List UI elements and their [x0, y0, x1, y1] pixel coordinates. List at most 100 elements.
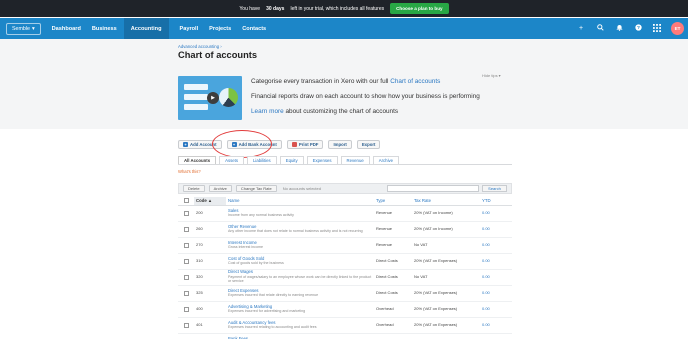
choose-plan-button[interactable]: Choose a plan to buy: [390, 3, 449, 14]
chart-of-accounts-link[interactable]: Chart of accounts: [390, 78, 440, 85]
thumb-row: [184, 104, 208, 110]
account-ytd[interactable]: 0.00: [480, 205, 512, 222]
account-ytd[interactable]: 0.00: [480, 221, 512, 238]
whats-this-link[interactable]: What's this?: [178, 169, 201, 174]
table-row[interactable]: 270 Interest Income Gross interest income R…: [178, 237, 512, 254]
archive-button[interactable]: Archive: [208, 185, 232, 192]
tab-revenue[interactable]: Revenue: [340, 156, 370, 164]
col-ytd[interactable]: YTD: [480, 197, 512, 206]
col-code[interactable]: Code ▲: [194, 197, 226, 206]
account-description: Expenses incurred that relate directly t…: [228, 293, 319, 298]
table-row[interactable]: 320 Direct Wages Payment of wages/salary t…: [178, 269, 512, 286]
delete-button[interactable]: Delete: [183, 185, 205, 192]
row-checkbox[interactable]: [184, 322, 189, 328]
change-tax-rate-button[interactable]: Change Tax Rate: [235, 185, 277, 192]
tab-expenses[interactable]: Expenses: [306, 156, 338, 164]
pie-chart-icon: [219, 88, 238, 107]
search-input[interactable]: [387, 185, 479, 192]
col-type[interactable]: Type: [374, 197, 412, 206]
export-button[interactable]: Export: [356, 140, 381, 149]
thumb-row: [184, 84, 208, 90]
account-tax-rate: No VAT: [412, 333, 480, 339]
hide-tips-toggle[interactable]: Hide tips ▾: [482, 73, 501, 78]
hide-tips-label: Hide tips: [482, 73, 498, 78]
table-row[interactable]: 404Bank FeesFees charged by your bank fo…: [178, 333, 512, 339]
account-tax-rate: 20% (VAT on Expenses): [412, 301, 480, 318]
table-row[interactable]: 260 Other Revenue Any other income that do…: [178, 221, 512, 238]
search-button[interactable]: Search: [482, 185, 507, 192]
plus-icon[interactable]: +: [576, 25, 586, 32]
promo-line-2: Financial reports draw on each account t…: [251, 93, 480, 100]
row-select-cell: [178, 301, 194, 318]
account-code: 260: [194, 221, 226, 238]
promo-line-3: Learn more about customizing the chart o…: [251, 108, 398, 115]
account-type: Direct Costs: [374, 253, 412, 270]
row-checkbox[interactable]: [184, 242, 189, 248]
account-type: Revenue: [374, 221, 412, 238]
account-ytd[interactable]: 0.00: [480, 301, 512, 318]
nav-projects[interactable]: Projects: [209, 18, 231, 39]
account-name-cell: Other Revenue Any other income that does …: [226, 221, 374, 238]
learn-more-link[interactable]: Learn more: [251, 108, 284, 115]
play-icon[interactable]: ▶: [207, 92, 219, 104]
account-ytd[interactable]: 0.00: [480, 285, 512, 302]
apps-grid-icon[interactable]: [652, 23, 662, 34]
org-switcher[interactable]: Semble ▾: [6, 22, 41, 35]
tab-all-accounts[interactable]: All Accounts: [178, 156, 217, 164]
account-ytd[interactable]: 0.00: [480, 333, 512, 339]
row-select-cell: [178, 269, 194, 286]
user-avatar[interactable]: ET: [671, 22, 684, 35]
account-type: Revenue: [374, 237, 412, 254]
highlight-circle-annotation: [212, 130, 272, 158]
tab-assets[interactable]: Assets: [219, 156, 245, 164]
search-icon[interactable]: [595, 24, 605, 33]
account-code: 325: [194, 285, 226, 302]
table-row[interactable]: 310 Cost of Goods Sold Cost of goods sold …: [178, 253, 512, 270]
promo-line-3-text: about customizing the chart of accounts: [285, 108, 399, 115]
account-type: Revenue: [374, 205, 412, 222]
nav-dashboard[interactable]: Dashboard: [52, 18, 81, 39]
select-all-checkbox[interactable]: [184, 198, 189, 204]
account-ytd[interactable]: 0.00: [480, 317, 512, 334]
nav-business[interactable]: Business: [92, 18, 117, 39]
account-ytd[interactable]: 0.00: [480, 237, 512, 254]
tab-equity[interactable]: Equity: [279, 156, 304, 164]
row-checkbox[interactable]: [184, 274, 189, 280]
row-checkbox[interactable]: [184, 210, 189, 216]
row-checkbox[interactable]: [184, 290, 189, 296]
nav-payroll[interactable]: Payroll: [180, 18, 199, 39]
help-icon[interactable]: ?: [633, 24, 643, 33]
print-pdf-label: Print PDF: [298, 142, 319, 147]
row-select-cell: [178, 221, 194, 238]
table-row[interactable]: 200 Sales Income from any normal business …: [178, 205, 512, 222]
account-ytd[interactable]: 0.00: [480, 269, 512, 286]
account-type: Overhead: [374, 301, 412, 318]
svg-text:?: ?: [637, 25, 640, 31]
accounts-toolbar: + Add Account + Add Bank Account Print P…: [178, 140, 381, 149]
breadcrumb[interactable]: Advanced accounting ›: [178, 44, 222, 49]
import-button[interactable]: Import: [328, 140, 352, 149]
print-pdf-button[interactable]: Print PDF: [286, 140, 324, 149]
table-row[interactable]: 400 Advertising & Marketing Expenses incur…: [178, 301, 512, 318]
account-name-cell: Advertising & Marketing Expenses incurred…: [226, 301, 374, 318]
account-code: 400: [194, 301, 226, 318]
row-checkbox[interactable]: [184, 226, 189, 232]
promo-video-thumbnail[interactable]: ▶: [178, 76, 242, 120]
nav-accounting[interactable]: Accounting: [123, 18, 169, 39]
account-ytd[interactable]: 0.00: [480, 253, 512, 270]
col-name[interactable]: Name: [226, 197, 374, 206]
bell-icon[interactable]: [614, 24, 624, 33]
row-select-cell: [178, 333, 194, 339]
tab-liabilities[interactable]: Liabilities: [247, 156, 277, 164]
export-label: Export: [361, 142, 376, 147]
row-checkbox[interactable]: [184, 306, 189, 312]
nav-contacts[interactable]: Contacts: [242, 18, 266, 39]
col-tax-rate[interactable]: Tax Rate: [412, 197, 480, 206]
account-code: 200: [194, 205, 226, 222]
table-row[interactable]: 401 Audit & Accountancy fees Expenses incu…: [178, 317, 512, 334]
row-checkbox[interactable]: [184, 258, 189, 264]
table-row[interactable]: 325 Direct Expenses Expenses incurred that…: [178, 285, 512, 302]
tab-archive[interactable]: Archive: [372, 156, 400, 164]
account-type: Direct Costs: [374, 285, 412, 302]
account-name-cell: Sales Income from any normal business act…: [226, 205, 374, 222]
